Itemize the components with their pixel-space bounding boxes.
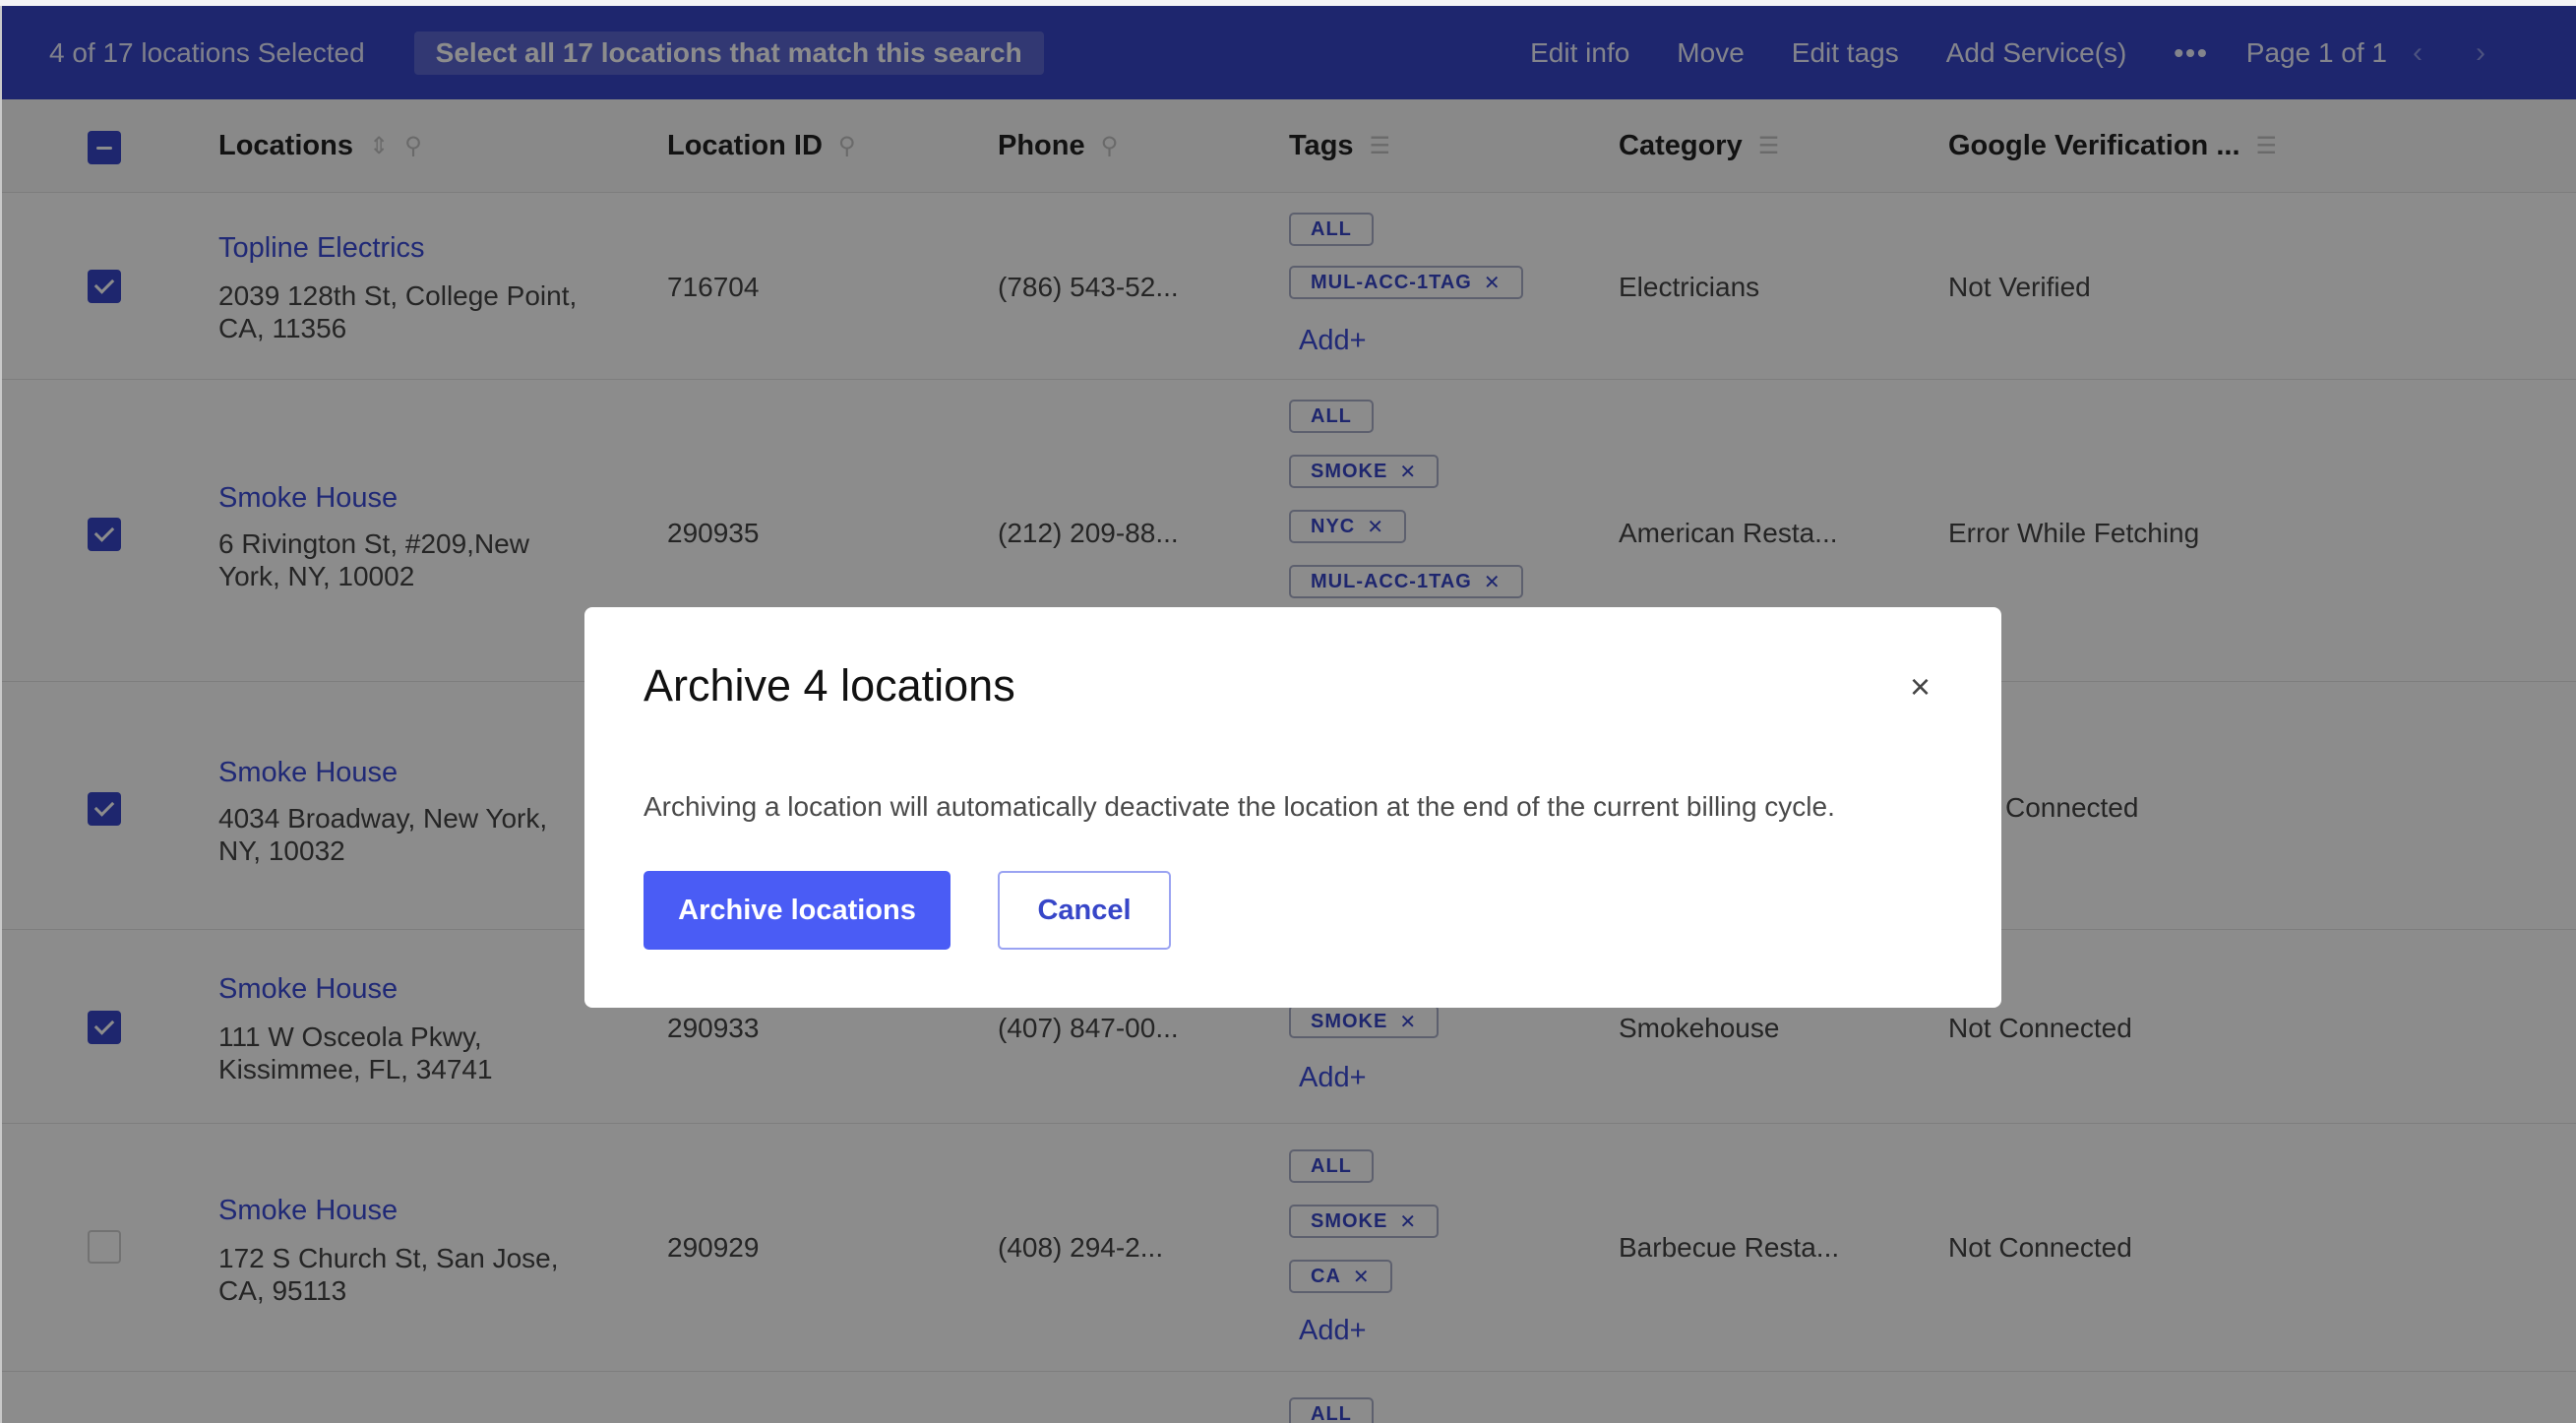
cancel-button[interactable]: Cancel [998,871,1171,950]
archive-locations-button[interactable]: Archive locations [644,871,951,950]
dialog-message: Archiving a location will automatically … [644,791,1835,822]
locations-app: 4 of 17 locations Selected Select all 17… [0,6,2576,1423]
close-icon[interactable]: × [1910,666,1931,708]
archive-dialog: Archive 4 locations × Archiving a locati… [584,607,2001,1008]
dialog-title: Archive 4 locations [644,660,1015,711]
